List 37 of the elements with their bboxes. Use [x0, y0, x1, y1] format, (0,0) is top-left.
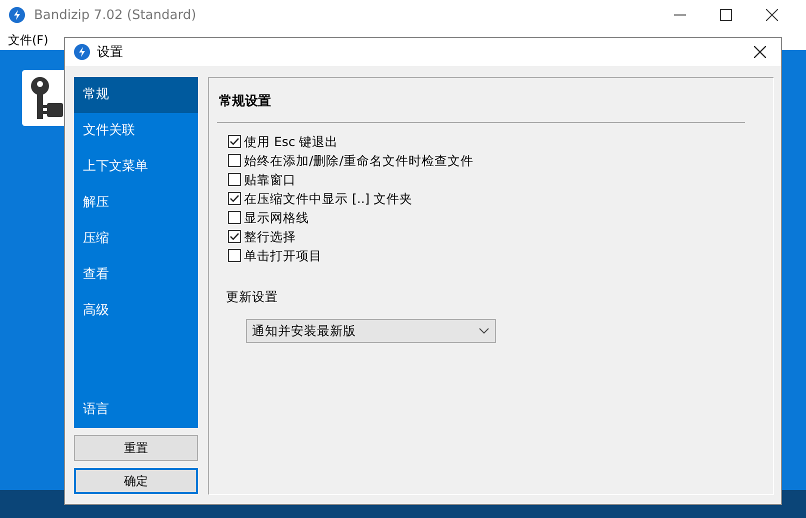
sidebar-item[interactable]: 解压 — [74, 185, 198, 221]
close-icon — [766, 9, 778, 21]
checkbox-label: 整行选择 — [244, 230, 296, 243]
sidebar-item[interactable]: 压缩 — [74, 221, 198, 257]
update-settings-label: 更新设置 — [225, 289, 279, 306]
checkbox[interactable] — [228, 173, 241, 186]
checkbox-label: 使用 Esc 键退出 — [244, 135, 338, 148]
update-dropdown[interactable]: 通知并安装最新版 — [246, 319, 496, 343]
menu-item[interactable]: 文件(F) — [8, 32, 48, 48]
sidebar-item[interactable]: 文件关联 — [74, 113, 198, 149]
chevron-down-icon — [479, 328, 489, 334]
dialog-button[interactable]: 重置 — [74, 435, 198, 461]
app-logo-icon — [9, 7, 25, 23]
checkbox-label: 显示网格线 — [244, 211, 309, 224]
key-lock-icon — [28, 75, 64, 121]
sidebar-item[interactable]: 查看 — [74, 257, 198, 293]
sidebar-item[interactable]: 语言 — [74, 392, 198, 428]
checkbox-label: 单击打开项目 — [244, 249, 322, 262]
checkbox[interactable] — [228, 135, 241, 148]
checkbox[interactable] — [228, 230, 241, 243]
checkbox[interactable] — [228, 192, 241, 205]
checkbox[interactable] — [228, 154, 241, 167]
checkbox-label: 贴靠窗口 — [244, 173, 296, 186]
dialog-button[interactable]: 确定 — [74, 468, 198, 494]
sidebar-item[interactable]: 高级 — [74, 293, 198, 329]
window-title: Bandizip 7.02 (Standard) — [34, 8, 196, 22]
sidebar-item[interactable]: 上下文菜单 — [74, 149, 198, 185]
section-title: 常规设置 — [219, 93, 272, 110]
close-icon — [754, 46, 766, 58]
checkbox[interactable] — [228, 249, 241, 262]
app-logo-icon — [74, 44, 90, 60]
sidebar-item[interactable]: 常规 — [74, 77, 198, 113]
dialog-title: 设置 — [97, 44, 123, 61]
checkbox[interactable] — [228, 211, 241, 224]
maximize-icon — [720, 9, 732, 21]
checkbox-label: 在压缩文件中显示 [..] 文件夹 — [244, 192, 413, 205]
checkbox-label: 始终在添加/删除/重命名文件时检查文件 — [244, 154, 474, 167]
